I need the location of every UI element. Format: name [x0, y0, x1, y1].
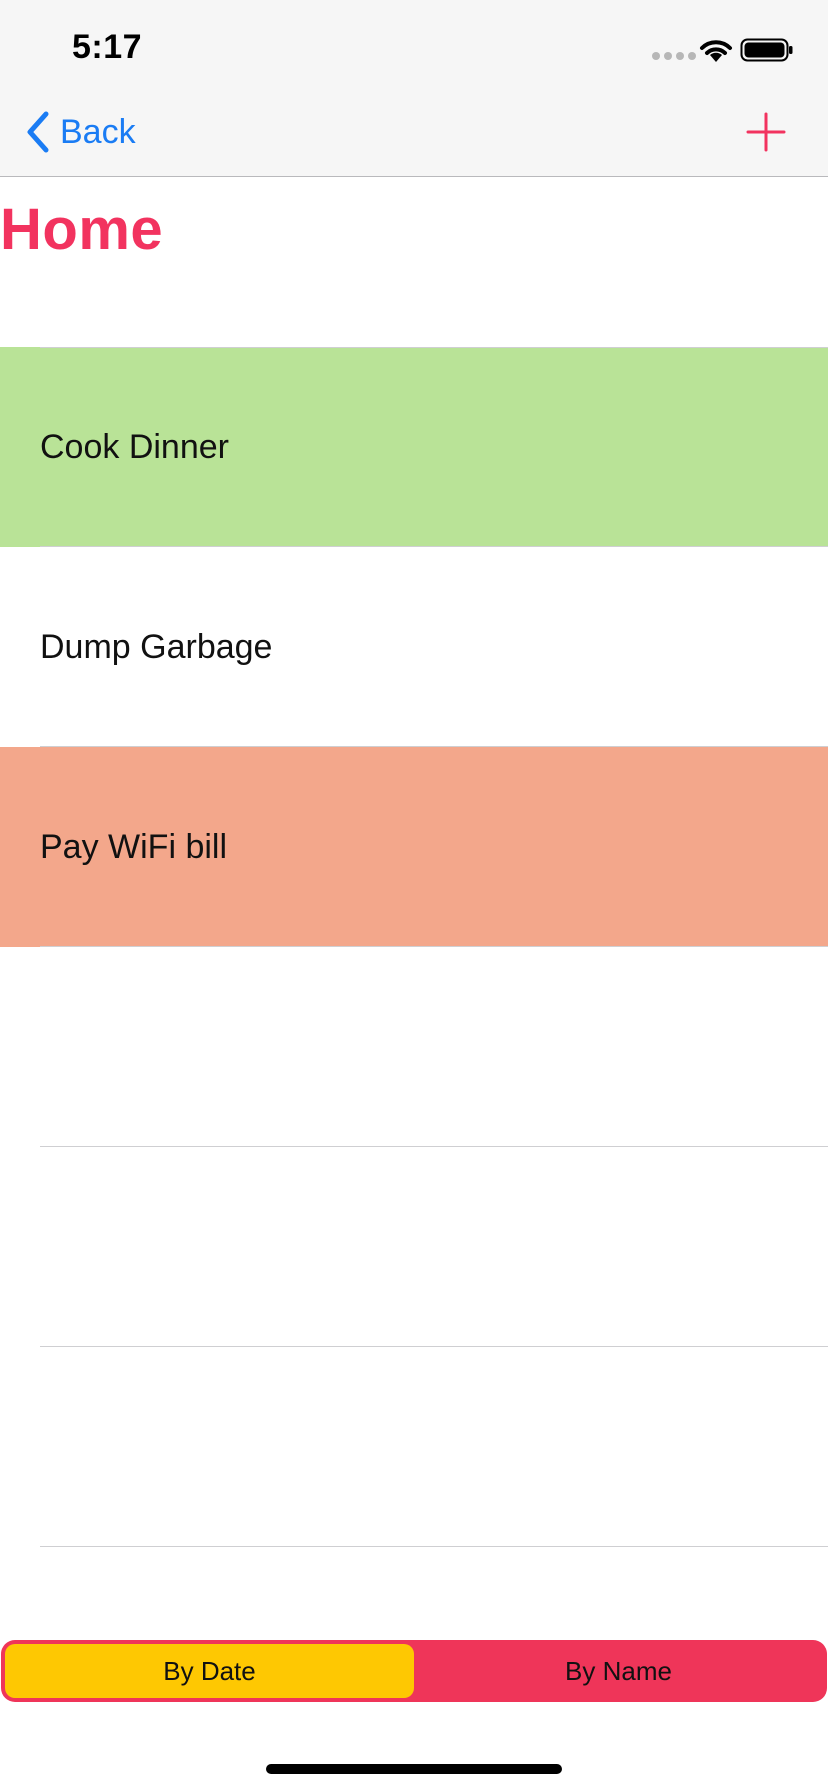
task-row[interactable]: Dump Garbage — [0, 547, 828, 747]
task-row[interactable]: Cook Dinner — [0, 347, 828, 547]
sort-option-by-name[interactable]: By Name — [414, 1644, 823, 1698]
sort-segmented-control[interactable]: By Date By Name — [1, 1640, 827, 1702]
task-row[interactable] — [0, 1147, 828, 1347]
wifi-icon — [700, 40, 732, 62]
navigation-bar: 5:17 Back — [0, 0, 828, 177]
task-label: Cook Dinner — [40, 428, 229, 466]
task-row[interactable] — [0, 1347, 828, 1547]
signal-dots-icon — [652, 52, 696, 60]
back-button[interactable]: Back — [24, 108, 136, 156]
battery-icon — [740, 38, 793, 62]
row-separator — [40, 1546, 828, 1547]
sort-option-by-date[interactable]: By Date — [5, 1644, 414, 1698]
screen: 5:17 Back Home Cook Dinner Dump Garbage Pa… — [0, 0, 828, 1792]
task-row[interactable] — [0, 947, 828, 1147]
status-time: 5:17 — [72, 28, 143, 66]
add-button[interactable] — [742, 108, 790, 156]
task-row[interactable]: Pay WiFi bill — [0, 747, 828, 947]
back-label: Back — [60, 112, 136, 151]
task-label: Pay WiFi bill — [40, 828, 228, 866]
page-title: Home — [0, 197, 164, 262]
home-indicator — [266, 1764, 562, 1774]
task-label: Dump Garbage — [40, 628, 273, 666]
task-list: Cook Dinner Dump Garbage Pay WiFi bill — [0, 347, 828, 1547]
chevron-left-icon — [27, 111, 49, 153]
